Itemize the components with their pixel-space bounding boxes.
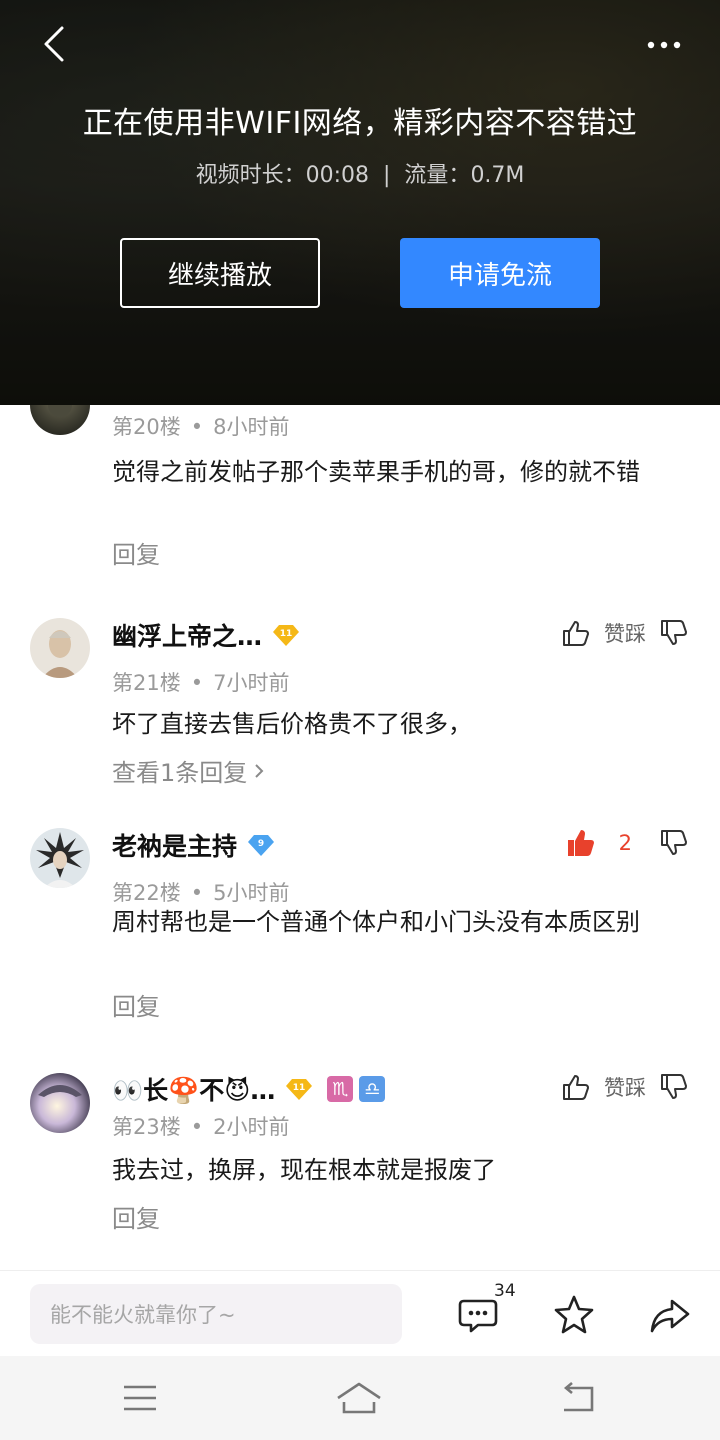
comment-meta: 第20楼 • 8小时前	[112, 415, 290, 439]
continue-playing-button[interactable]: 继续播放	[120, 238, 320, 308]
comment-count: 34	[494, 1281, 516, 1301]
level-number: 11	[280, 629, 293, 639]
view-replies-link[interactable]: 查看1条回复	[112, 753, 267, 788]
comment-item: 幽浮上帝之… 11 赞踩 第21楼 • 7小时前 坏了直接去售后价格贵不了很多， 查…	[0, 615, 720, 795]
comment-item: 老衲是主持 9 2 第22楼 • 5小时前 周村帮也是一个普通个体户和小门头没有本质…	[0, 825, 720, 1025]
comment-item: 👀长🍄不😈… 11 ♏ ♎ 赞踩 第23楼 • 2小时前 我去过，换屏，现在根本就是…	[0, 1069, 720, 1249]
level-number: 11	[293, 1083, 306, 1093]
system-navigation-bar	[0, 1356, 720, 1440]
vote-actions: 2	[565, 825, 690, 861]
comment-input[interactable]: 能不能火就靠你了~	[30, 1284, 402, 1344]
thumbs-up-icon[interactable]	[560, 1071, 592, 1103]
home-icon[interactable]	[334, 1380, 384, 1416]
traffic-value: 0.7M	[470, 163, 525, 188]
username-text: 老衲是主持	[112, 832, 238, 861]
view-replies-text: 查看1条回复	[112, 759, 248, 787]
comment-item: 第20楼 • 8小时前 觉得之前发帖子那个卖苹果手机的哥，修的就不错 回复	[0, 405, 720, 575]
network-warning-title: 正在使用非WIFI网络，精彩内容不容错过	[82, 106, 638, 141]
level-badge: 11	[285, 1077, 313, 1101]
avatar[interactable]	[30, 1073, 90, 1133]
comment-text: 坏了直接去售后价格贵不了很多，	[112, 710, 472, 738]
thumbs-down-icon[interactable]	[658, 827, 690, 859]
vote-actions: 赞踩	[560, 1069, 690, 1105]
menu-icon[interactable]	[118, 1380, 162, 1416]
traffic-label: 流量：	[404, 163, 471, 188]
comment-time: 8小时前	[213, 415, 290, 439]
comment-time: 2小时前	[213, 1115, 290, 1139]
scorpio-icon: ♏	[327, 1076, 354, 1102]
comment-input-bar: 能不能火就靠你了~ 34	[0, 1270, 720, 1356]
username-text: 👀长🍄不😈…	[112, 1076, 276, 1105]
avatar[interactable]	[30, 828, 90, 888]
thumbs-down-icon[interactable]	[658, 617, 690, 649]
apply-free-data-button[interactable]: 申请免流	[400, 238, 600, 308]
comment-time: 5小时前	[213, 881, 290, 905]
floor-number: 第21楼	[112, 671, 181, 695]
level-badge: 11	[272, 623, 300, 647]
level-badge: 9	[247, 833, 275, 857]
back-icon[interactable]	[556, 1380, 600, 1416]
thumbs-up-icon[interactable]	[560, 617, 592, 649]
comment-list[interactable]: 第20楼 • 8小时前 觉得之前发帖子那个卖苹果手机的哥，修的就不错 回复 幽浮上帝…	[0, 405, 720, 1270]
floor-number: 第20楼	[112, 415, 181, 439]
avatar[interactable]	[30, 405, 90, 435]
username[interactable]: 👀长🍄不😈… 11 ♏ ♎	[112, 1071, 386, 1107]
username-text: 幽浮上帝之…	[112, 622, 263, 651]
share-icon[interactable]	[648, 1293, 692, 1337]
comment-text: 周村帮也是一个普通个体户和小门头没有本质区别	[112, 908, 640, 936]
video-info: 视频时长：00:08 | 流量：0.7M	[0, 157, 720, 189]
more-options-icon[interactable]	[644, 30, 684, 60]
chevron-right-icon	[255, 763, 264, 778]
video-player[interactable]: 正在使用非WIFI网络，精彩内容不容错过 视频时长：00:08 | 流量：0.7M …	[0, 0, 720, 405]
meta-separator: |	[383, 163, 391, 188]
level-number: 9	[258, 839, 264, 849]
comment-time: 7小时前	[213, 671, 290, 695]
thumbs-down-icon[interactable]	[658, 1071, 690, 1103]
vote-label: 赞踩	[604, 622, 646, 646]
reply-button[interactable]: 回复	[112, 987, 160, 1022]
back-arrow-icon[interactable]	[36, 24, 76, 64]
avatar[interactable]	[30, 618, 90, 678]
floor-number: 第22楼	[112, 881, 181, 905]
duration-value: 00:08	[305, 163, 369, 188]
libra-icon: ♎	[359, 1076, 386, 1102]
thumbs-up-filled-icon[interactable]	[565, 827, 597, 859]
comment-text: 我去过，换屏，现在根本就是报废了	[112, 1156, 496, 1184]
comment-text: 觉得之前发帖子那个卖苹果手机的哥，修的就不错	[112, 458, 640, 486]
duration-label: 视频时长：	[195, 163, 306, 188]
reply-button[interactable]: 回复	[112, 535, 160, 570]
comment-meta: 第23楼 • 2小时前	[112, 1115, 290, 1139]
favorite-star-icon[interactable]	[552, 1293, 596, 1337]
like-count: 2	[618, 831, 632, 855]
floor-number: 第23楼	[112, 1115, 181, 1139]
comment-meta: 第21楼 • 7小时前	[112, 671, 290, 695]
vote-label: 赞踩	[604, 1076, 646, 1100]
comment-meta: 第22楼 • 5小时前	[112, 881, 290, 905]
username[interactable]: 老衲是主持 9	[112, 827, 275, 863]
reply-button[interactable]: 回复	[112, 1199, 160, 1234]
vote-actions: 赞踩	[560, 615, 690, 651]
username[interactable]: 幽浮上帝之… 11	[112, 617, 300, 653]
